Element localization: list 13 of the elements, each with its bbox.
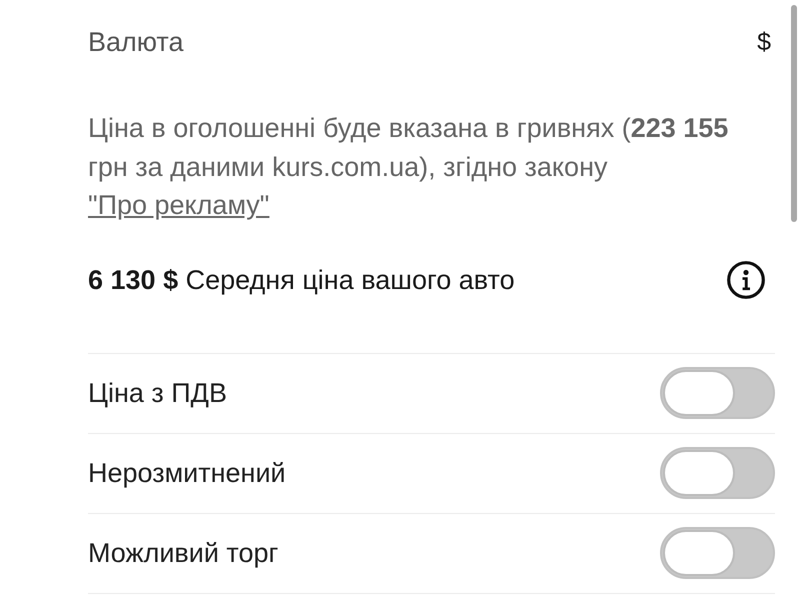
option-label: Можливий торг xyxy=(88,536,278,570)
toggle-switch[interactable] xyxy=(660,527,775,579)
info-icon[interactable] xyxy=(727,260,765,298)
price-notice: Ціна в оголошенні буде вказана в гривнях (223 155 грн за даними kurs.com.ua), згідно закону "Про рекламу" xyxy=(88,112,730,222)
toggle-switch[interactable] xyxy=(660,367,775,419)
option-label: Нерозмитнений xyxy=(88,456,286,490)
toggle-switch[interactable] xyxy=(660,447,775,499)
scrollbar-thumb[interactable] xyxy=(791,5,797,222)
average-price-text: 6 130 $ Середня ціна вашого авто xyxy=(88,264,515,297)
law-link[interactable]: "Про рекламу" xyxy=(88,190,270,220)
currency-label: Валюта xyxy=(88,27,184,57)
option-label: Ціна з ПДВ xyxy=(88,376,227,410)
currency-value[interactable]: $ xyxy=(757,27,771,57)
